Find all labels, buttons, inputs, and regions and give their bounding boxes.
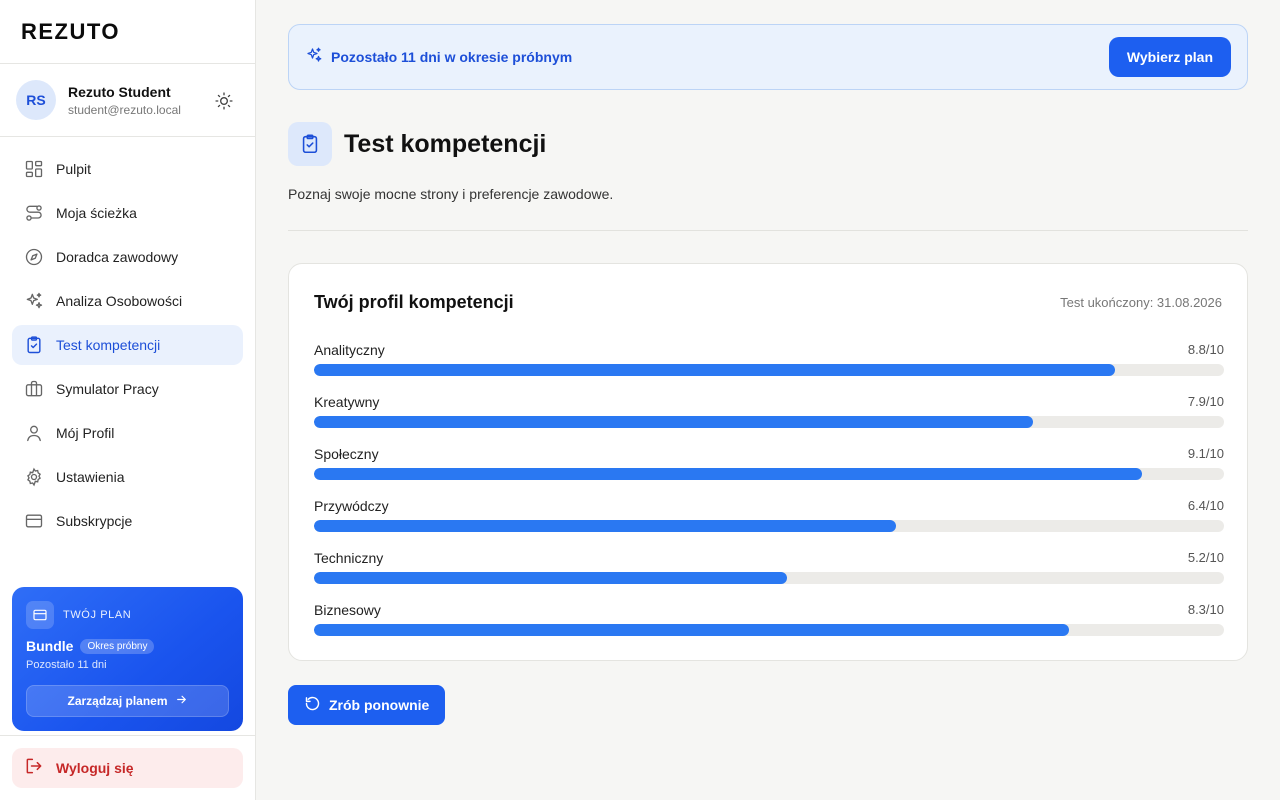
dashboard-icon bbox=[24, 159, 44, 179]
skill-bar-fill bbox=[314, 572, 788, 584]
skill-score: 7.9/10 bbox=[1187, 394, 1224, 409]
logout-label: Wyloguj się bbox=[56, 760, 134, 776]
sidebar-item-label: Analiza Osobowości bbox=[56, 293, 183, 309]
user-name: Rezuto Student bbox=[68, 83, 171, 100]
trial-banner-text: Pozostało 11 dni w okresie próbnym bbox=[331, 49, 573, 65]
sidebar-item-pulpit[interactable]: Pulpit bbox=[12, 149, 243, 189]
user-email: student@rezuto.local bbox=[68, 102, 181, 117]
skill-score: 6.4/10 bbox=[1187, 498, 1224, 513]
sparkles-icon bbox=[305, 46, 323, 69]
skill-score: 8.3/10 bbox=[1187, 602, 1224, 617]
credit-card-icon bbox=[26, 601, 54, 629]
theme-toggle-button[interactable] bbox=[213, 90, 235, 112]
sparkles-icon bbox=[24, 291, 44, 311]
sidebar-item-label: Mój Profil bbox=[56, 425, 115, 441]
skill-item: Społeczny 9.1/10 bbox=[314, 446, 1224, 498]
plan-name: Bundle bbox=[26, 638, 74, 654]
path-icon bbox=[24, 203, 44, 223]
skill-item: Kreatywny 7.9/10 bbox=[314, 394, 1224, 446]
manage-plan-label: Zarządzaj planem bbox=[67, 694, 168, 708]
skill-name: Kreatywny bbox=[314, 394, 380, 410]
sidebar-item-label: Test kompetencji bbox=[56, 337, 161, 353]
skill-item: Przywódczy 6.4/10 bbox=[314, 498, 1224, 550]
test-completed-date: Test ukończony: 31.08.2026 bbox=[1060, 295, 1222, 310]
avatar: RS bbox=[16, 80, 56, 120]
sidebar-item-label: Ustawienia bbox=[56, 469, 125, 485]
sidebar-item-subskrypcje[interactable]: Subskrypcje bbox=[12, 501, 243, 541]
sidebar-item-test-kompetencji[interactable]: Test kompetencji bbox=[12, 325, 243, 365]
skill-bar-fill bbox=[314, 416, 1033, 428]
skill-name: Analityczny bbox=[314, 342, 385, 358]
skill-bar-track bbox=[314, 468, 1224, 480]
user-info: Rezuto Student student@rezuto.local bbox=[68, 84, 181, 117]
sidebar-item-label: Symulator Pracy bbox=[56, 381, 159, 397]
retake-test-button[interactable]: Zrób ponownie bbox=[288, 685, 446, 725]
choose-plan-button[interactable]: Wybierz plan bbox=[1108, 37, 1231, 77]
sidebar-nav: Pulpit Moja ścieżka Doradca zawodowy Ana… bbox=[0, 137, 255, 541]
sidebar: REZUTO RS Rezuto Student student@rezuto.… bbox=[0, 0, 256, 800]
trial-banner: Pozostało 11 dni w okresie próbnym Wybie… bbox=[288, 24, 1248, 90]
compass-icon bbox=[24, 247, 44, 267]
competence-profile-card: Twój profil kompetencji Test ukończony: … bbox=[288, 263, 1248, 661]
skill-name: Przywódczy bbox=[314, 498, 389, 514]
briefcase-icon bbox=[24, 379, 44, 399]
credit-card-icon bbox=[24, 511, 44, 531]
plan-label: TWÓJ PLAN bbox=[63, 609, 132, 621]
sidebar-item-moj-profil[interactable]: Mój Profil bbox=[12, 413, 243, 453]
sidebar-item-analiza[interactable]: Analiza Osobowości bbox=[12, 281, 243, 321]
user-icon bbox=[24, 423, 44, 443]
skill-item: Analityczny 8.8/10 bbox=[314, 342, 1224, 394]
skill-bar-track bbox=[314, 572, 1224, 584]
sidebar-item-label: Pulpit bbox=[56, 161, 92, 177]
clipboard-check-icon bbox=[288, 122, 332, 166]
plan-remaining: Pozostało 11 dni bbox=[26, 659, 107, 671]
logo[interactable]: REZUTO bbox=[0, 0, 255, 64]
skill-bar-track bbox=[314, 520, 1224, 532]
page-title: Test kompetencji bbox=[344, 129, 547, 158]
sidebar-item-doradca[interactable]: Doradca zawodowy bbox=[12, 237, 243, 277]
plan-title-row: Bundle Okres próbny bbox=[26, 638, 229, 654]
skill-bar-fill bbox=[314, 624, 1070, 636]
logo-text: REZUTO bbox=[21, 18, 121, 44]
divider bbox=[288, 230, 1248, 231]
sidebar-item-symulator[interactable]: Symulator Pracy bbox=[12, 369, 243, 409]
skill-score: 5.2/10 bbox=[1187, 550, 1224, 565]
clipboard-check-icon bbox=[24, 335, 44, 355]
refresh-icon bbox=[304, 695, 321, 715]
gear-icon bbox=[24, 467, 44, 487]
skill-bar-track bbox=[314, 624, 1224, 636]
sidebar-item-label: Doradca zawodowy bbox=[56, 249, 179, 265]
sidebar-divider bbox=[0, 735, 255, 736]
arrow-right-icon bbox=[175, 693, 188, 709]
sidebar-item-moja-sciezka[interactable]: Moja ścieżka bbox=[12, 193, 243, 233]
skill-bar-fill bbox=[314, 520, 897, 532]
skill-bar-fill bbox=[314, 468, 1143, 480]
skill-bar-track bbox=[314, 416, 1224, 428]
sidebar-item-label: Moja ścieżka bbox=[56, 205, 137, 221]
skill-name: Techniczny bbox=[314, 550, 384, 566]
skill-name: Społeczny bbox=[314, 446, 379, 462]
retake-test-label: Zrób ponownie bbox=[329, 697, 430, 713]
manage-plan-button[interactable]: Zarządzaj planem bbox=[26, 685, 229, 717]
logout-icon bbox=[24, 756, 44, 781]
sun-icon bbox=[215, 92, 233, 110]
page-header: Test kompetencji bbox=[288, 122, 546, 166]
sidebar-item-label: Subskrypcje bbox=[56, 513, 133, 529]
plan-card: TWÓJ PLAN Bundle Okres próbny Pozostało … bbox=[12, 587, 243, 731]
sidebar-item-ustawienia[interactable]: Ustawienia bbox=[12, 457, 243, 497]
skills-list: Analityczny 8.8/10 Kreatywny 7.9/10 Społec… bbox=[314, 342, 1224, 654]
logout-button[interactable]: Wyloguj się bbox=[12, 748, 243, 788]
skill-score: 9.1/10 bbox=[1187, 446, 1224, 461]
skill-name: Biznesowy bbox=[314, 602, 381, 618]
skill-score: 8.8/10 bbox=[1187, 342, 1224, 357]
skill-bar-track bbox=[314, 364, 1224, 376]
user-panel: RS Rezuto Student student@rezuto.local bbox=[0, 64, 255, 137]
skill-bar-fill bbox=[314, 364, 1115, 376]
page-description: Poznaj swoje mocne strony i preferencje … bbox=[288, 186, 614, 202]
skill-item: Techniczny 5.2/10 bbox=[314, 550, 1224, 602]
plan-header: TWÓJ PLAN bbox=[26, 601, 229, 629]
plan-status-badge: Okres próbny bbox=[80, 638, 155, 654]
skill-item: Biznesowy 8.3/10 bbox=[314, 602, 1224, 654]
card-title: Twój profil kompetencji bbox=[314, 292, 514, 312]
